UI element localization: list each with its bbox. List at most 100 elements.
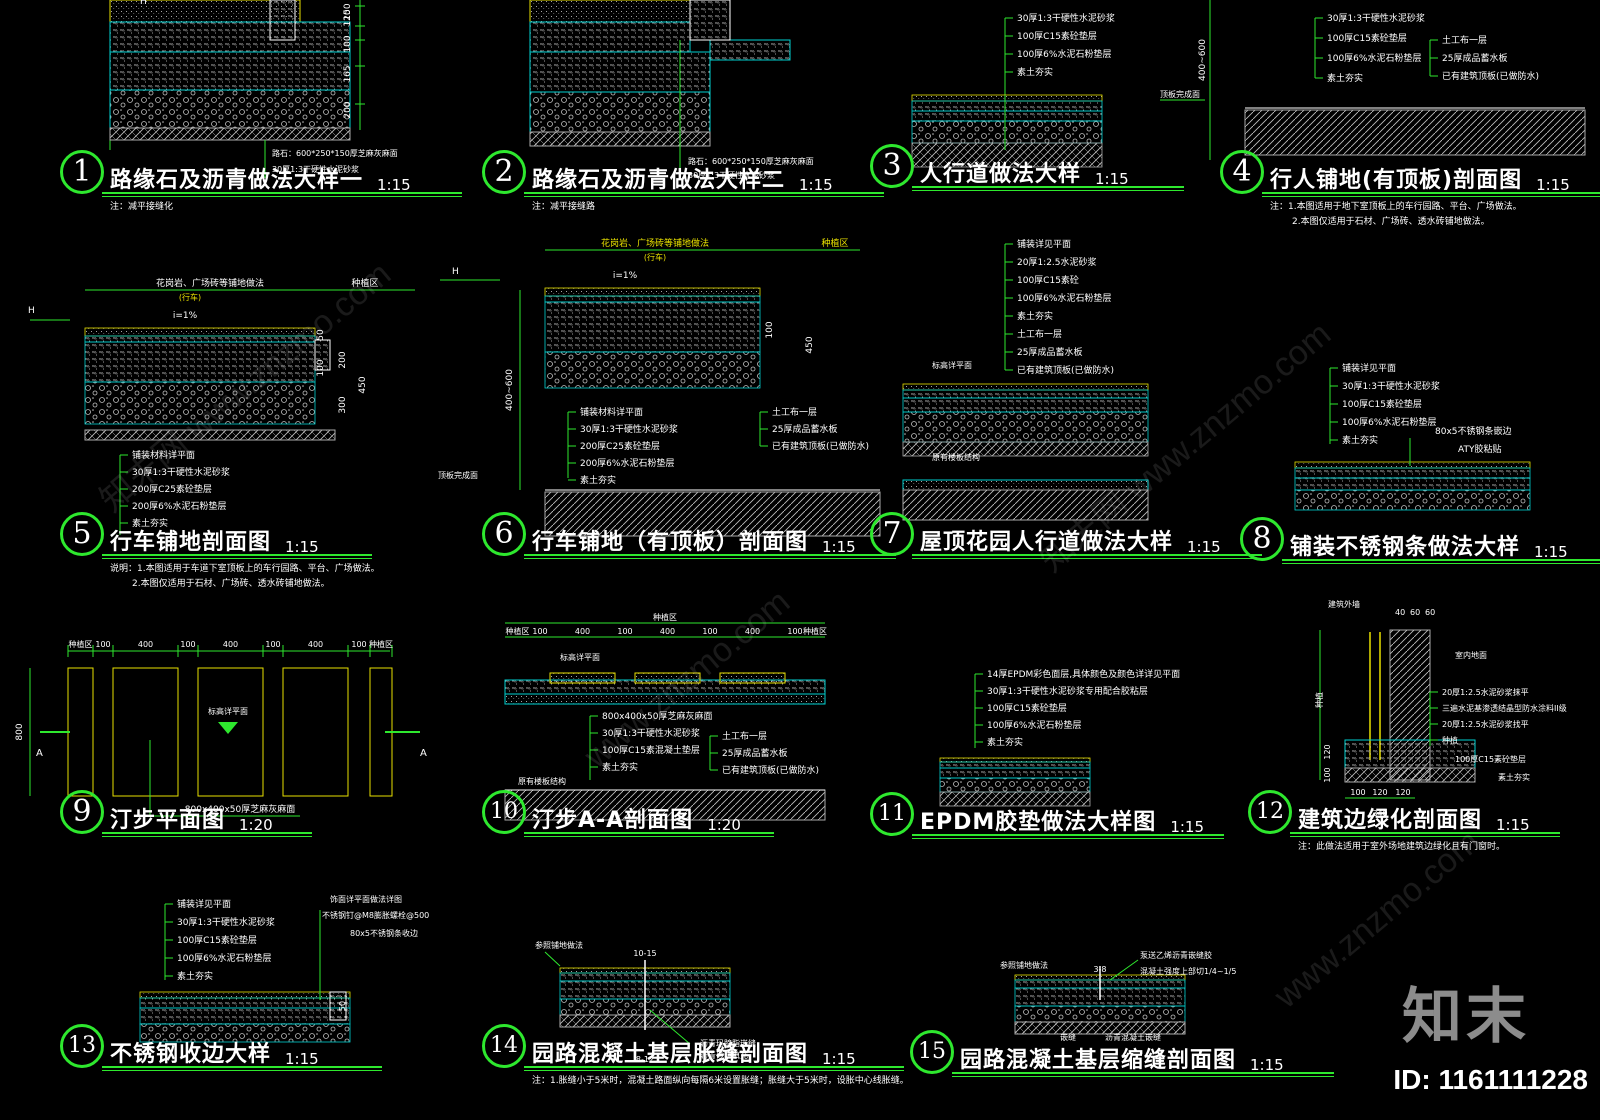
callout-label: 80x5不锈钢条嵌边 — [1435, 425, 1512, 437]
drawing-title-text: 行车铺地剖面图 — [110, 530, 272, 555]
elevation-note: 标高详平面 — [208, 706, 248, 716]
drawing-title-2: 2 路缘石及沥青做法大样二 1:15 — [482, 150, 833, 194]
drawing-title-text: 汀步平面图 — [110, 808, 226, 833]
callout-label: 25厚成品蓄水板 — [1442, 52, 1507, 64]
title-underline — [102, 1066, 382, 1068]
title-underline — [524, 1066, 904, 1068]
drawing-number-badge: 9 — [60, 790, 104, 834]
soil-layer — [529, 131, 711, 147]
drawing-title-4: 4 行人铺地(有顶板)剖面图 1:15 — [1220, 150, 1570, 194]
paving-layer — [544, 287, 761, 297]
title-underline — [102, 832, 312, 834]
soil-layer — [109, 127, 351, 141]
callout-label: 泵送乙烯沥青嵌缝胶 — [1140, 950, 1212, 960]
dimension-label: 种植区 — [69, 639, 93, 649]
dimension-label: 100 — [1323, 767, 1332, 782]
mortar-layer — [529, 21, 691, 53]
drawing-title-text: 行车铺地（有顶板）剖面图 — [532, 530, 809, 555]
callout-label: 100厚6%水泥石粉垫层 — [987, 719, 1081, 731]
title-underline — [102, 196, 462, 197]
slope-label: i=1% — [613, 271, 638, 281]
drawing-number-badge: 3 — [870, 144, 914, 188]
drawing-number-badge: 12 — [1248, 790, 1292, 834]
title-underline — [952, 1072, 1334, 1074]
stepping-stone — [282, 667, 349, 797]
drawing-number-badge: 10 — [482, 790, 526, 834]
callout-label: 参照铺地做法 — [1000, 960, 1048, 970]
drawing-note: 注：减平接缝路 — [532, 202, 596, 212]
callout-label: 100厚6%水泥石粉垫层 — [1017, 48, 1111, 60]
misc-label: 顶板完成面 — [1160, 89, 1200, 99]
callout-label: 30厚1:3干硬性水泥砂浆 — [1017, 12, 1115, 24]
stepping-stone — [112, 667, 179, 797]
title-underline — [1282, 559, 1600, 561]
drawing-title-text: 不锈钢收边大样 — [110, 1042, 272, 1067]
callout-label: 80x5不锈钢条收边 — [350, 928, 418, 938]
callout-label: 素土夯实 — [1342, 434, 1378, 446]
callout-label: 铺装详见平面 — [1342, 362, 1396, 374]
title-underline — [1262, 192, 1600, 194]
dimension-label: 种植区 — [506, 626, 530, 636]
callout-label: 100厚6%水泥石粉垫层 — [177, 952, 271, 964]
callout-label: 20厚1:2.5水泥砂浆 — [1017, 256, 1097, 268]
title-underline — [524, 836, 774, 837]
gravel-layer — [911, 120, 1103, 144]
callout-label: 素土夯实 — [987, 736, 1023, 748]
callout-label: 25厚成品蓄水板 — [772, 423, 837, 435]
drawing-title-10: 10 汀步A-A剖面图 1:20 — [482, 790, 741, 834]
dimension-label: 200 — [338, 351, 348, 368]
misc-label: 标高详平面 — [560, 652, 600, 662]
title-underline — [524, 558, 896, 559]
callout-label: 素土夯实 — [177, 970, 213, 982]
title-underline — [912, 558, 1262, 559]
slope-label: i=1% — [173, 311, 198, 321]
dimension-label: 100 — [787, 627, 802, 636]
dimension-label: 100 — [343, 35, 353, 52]
dimension-label: 400 — [223, 640, 238, 649]
stepping-stone — [719, 672, 786, 684]
gravel-layer — [109, 89, 351, 129]
gravel-layer — [529, 91, 711, 133]
watermark-logo: 知末 — [1402, 982, 1530, 1052]
drawing-title-text: 园路混凝土基层胀缝剖面图 — [532, 1042, 809, 1067]
callout-label: 100厚C15素砼垫层 — [1327, 32, 1407, 44]
drawing-note: 注：1.本图适用于地下室顶板上的车行园路、平台、广场做法。 — [1270, 202, 1522, 212]
drawing-title-text: 铺装不锈钢条做法大样 — [1290, 535, 1521, 560]
dimension-label: 200 — [343, 101, 353, 118]
concrete-layer — [939, 767, 1091, 779]
callout-label: 200厚6%水泥石粉垫层 — [132, 500, 226, 512]
callout-label: 素土夯实 — [1017, 66, 1053, 78]
callout-label: 100厚6%水泥石粉垫层 — [1342, 416, 1436, 428]
asphalt-layer — [709, 39, 791, 61]
callout-label: 100厚C15素砼垫层 — [1342, 398, 1422, 410]
callout-label: 100厚6%水泥石粉垫层 — [1327, 52, 1421, 64]
misc-label: 原有楼板结构 — [518, 776, 566, 786]
dimension-label: 10-15 — [633, 949, 656, 958]
callout-label: 100厚C15素砼垫层 — [177, 934, 257, 946]
drawing-title-13: 13 不锈钢收边大样 1:15 — [60, 1024, 319, 1068]
callout-label: 30厚1:3干硬性水泥砂浆专用配合胶粘层 — [987, 685, 1148, 697]
drawing-number-badge: 11 — [870, 792, 914, 836]
title-underline — [102, 554, 372, 556]
callout-label: 25厚成品蓄水板 — [1017, 346, 1082, 358]
dimension-label: 40 — [1395, 608, 1405, 617]
gravel-layer — [939, 777, 1091, 793]
callout-label: 14厚EPDM彩色面层,具体颜色及颜色详详见平面 — [987, 668, 1180, 680]
paving-layer — [902, 383, 1149, 391]
curb-stone — [689, 0, 731, 41]
section-top-label: (行车) — [179, 292, 201, 302]
callout-label: 素土夯实 — [1498, 772, 1530, 782]
dimension-label: 450 — [805, 336, 815, 353]
dimension-label: 400 — [660, 627, 675, 636]
misc-label: 建筑外墙 — [1328, 599, 1360, 609]
callout-label: 100厚C15素砼 — [1017, 274, 1079, 286]
pavement-section-d7 — [902, 383, 1149, 457]
dimension-label: 种植区 — [653, 612, 677, 622]
callout-label: 100厚6%水泥石粉垫层 — [1017, 292, 1111, 304]
callout-label: 30厚1:3干硬性水泥砂浆 — [1342, 380, 1440, 392]
section-top-label: 花岗岩、广场砖等铺地做法 — [601, 237, 709, 249]
soil-layer — [1344, 767, 1476, 783]
misc-label: 顶板完成面 — [438, 470, 478, 480]
concrete-layer — [544, 301, 761, 353]
callout-label: 100厚C15素砼垫层 — [1455, 754, 1526, 764]
